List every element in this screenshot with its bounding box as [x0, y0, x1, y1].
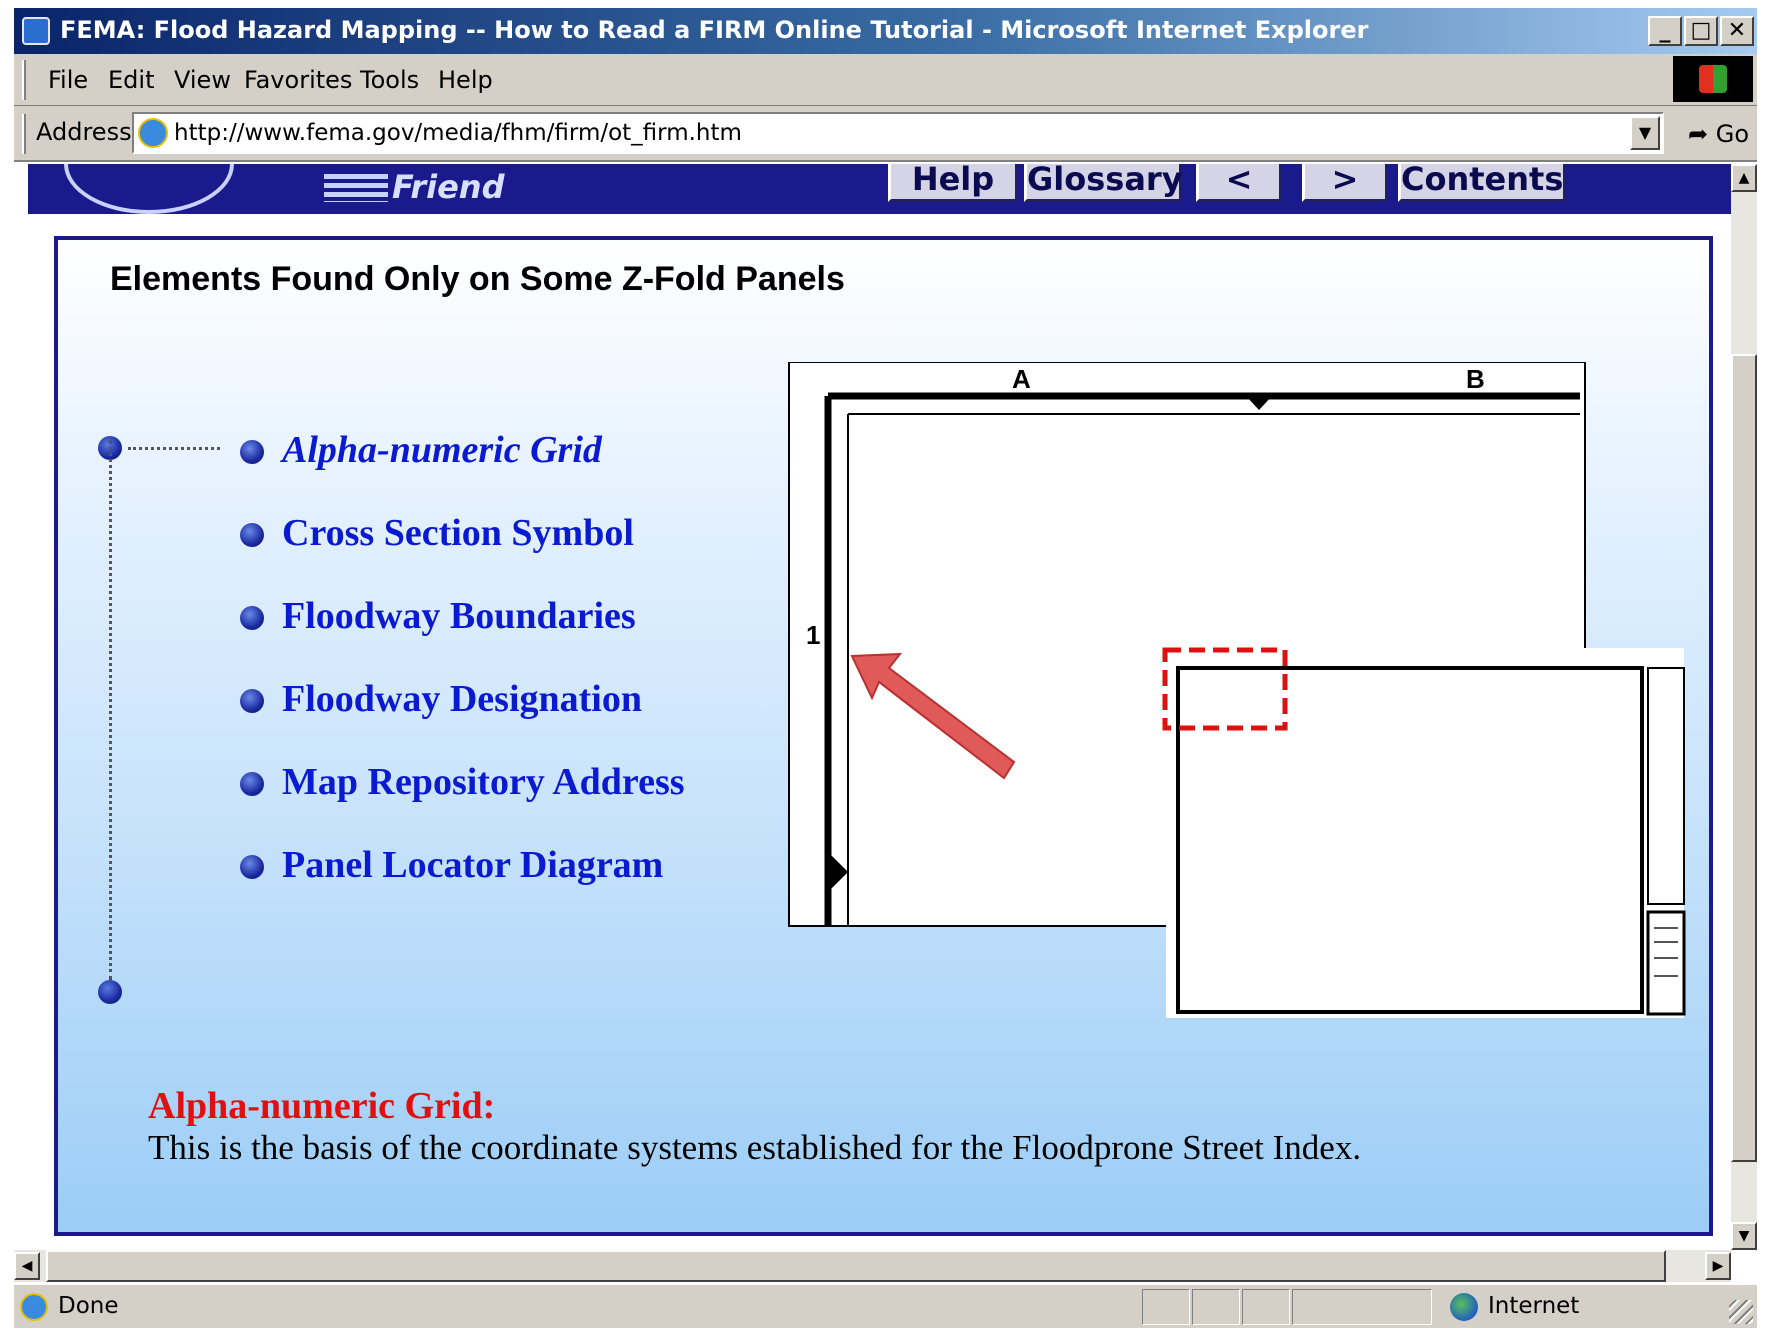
- help-button[interactable]: Help: [888, 164, 1018, 202]
- status-cell: [1142, 1289, 1190, 1325]
- address-label: Address: [36, 118, 132, 146]
- minimize-button[interactable]: _: [1648, 16, 1682, 46]
- contents-button[interactable]: Contents: [1398, 164, 1566, 202]
- horizontal-scroll-thumb[interactable]: [46, 1250, 1666, 1282]
- envelope-lines-icon: [324, 174, 388, 202]
- toolbar-grip[interactable]: [22, 60, 26, 100]
- maximize-button[interactable]: □: [1684, 16, 1718, 46]
- page-icon: [20, 1293, 48, 1321]
- topic-label[interactable]: Cross Section Symbol: [282, 511, 634, 555]
- diagram-svg: A B 1: [788, 361, 1686, 1018]
- status-bar: Done Internet: [14, 1284, 1757, 1328]
- resize-grip[interactable]: [1729, 1300, 1753, 1324]
- bullet-icon: [240, 606, 264, 630]
- grid-column-a: A: [1012, 364, 1031, 394]
- globe-icon: [1450, 1293, 1478, 1321]
- topic-label[interactable]: Floodway Designation: [282, 677, 642, 721]
- menu-favorites[interactable]: Favorites: [244, 66, 352, 94]
- site-header: Friend Help Glossary < > Contents: [28, 164, 1731, 214]
- timeline-end-dot: [98, 980, 122, 1004]
- ie-icon[interactable]: [22, 17, 50, 45]
- menu-edit[interactable]: Edit: [108, 66, 154, 94]
- bullet-icon: [240, 689, 264, 713]
- tell-a-friend-link[interactable]: Friend: [324, 164, 504, 214]
- windows-flag-icon: [1699, 65, 1727, 93]
- title-bar: FEMA: Flood Hazard Mapping -- How to Rea…: [14, 8, 1757, 54]
- page-icon: [138, 118, 168, 148]
- scroll-down-button[interactable]: ▼: [1731, 1222, 1757, 1250]
- description-text: This is the basis of the coordinate syst…: [148, 1128, 1362, 1167]
- bullet-icon: [240, 772, 264, 796]
- windows-logo-throbber: [1673, 56, 1753, 102]
- go-arrow-icon: ➦: [1688, 120, 1709, 148]
- scroll-up-button[interactable]: ▲: [1731, 164, 1757, 192]
- scroll-left-button[interactable]: ◀: [14, 1252, 40, 1280]
- menu-help[interactable]: Help: [438, 66, 493, 94]
- menu-tools[interactable]: Tools: [360, 66, 419, 94]
- bullet-icon: [240, 523, 264, 547]
- close-button[interactable]: ✕: [1720, 16, 1754, 46]
- topic-label[interactable]: Alpha-numeric Grid: [282, 428, 602, 472]
- vertical-scrollbar[interactable]: ▲ ▼: [1731, 164, 1757, 1250]
- description-title: Alpha-numeric Grid:: [148, 1085, 496, 1127]
- index-map-panel: [1176, 666, 1644, 1014]
- menu-file[interactable]: File: [48, 66, 88, 94]
- page-viewport: Friend Help Glossary < > Contents Elemen…: [14, 164, 1731, 1250]
- bullet-icon: [240, 855, 264, 879]
- page-title: Elements Found Only on Some Z-Fold Panel…: [110, 260, 845, 298]
- menu-bar: File Edit View Favorites Tools Help: [14, 54, 1757, 106]
- fema-seal-logo[interactable]: [64, 164, 234, 214]
- glossary-button[interactable]: Glossary: [1024, 164, 1183, 202]
- toolbar-grip[interactable]: [22, 114, 26, 154]
- go-label: Go: [1715, 120, 1750, 148]
- next-button[interactable]: >: [1302, 164, 1388, 202]
- status-cell: [1242, 1289, 1290, 1325]
- horizontal-scrollbar[interactable]: ◀ ▶: [14, 1250, 1731, 1282]
- go-button[interactable]: ➦ Go: [1678, 114, 1752, 154]
- vertical-scroll-thumb[interactable]: [1731, 354, 1757, 1162]
- status-cell: [1192, 1289, 1240, 1325]
- previous-button[interactable]: <: [1196, 164, 1282, 202]
- topic-label[interactable]: Panel Locator Diagram: [282, 843, 663, 887]
- firm-panel-diagram: A B 1: [714, 361, 1694, 1022]
- grid-row-1: 1: [806, 620, 820, 650]
- index-map-side-panel: [1647, 667, 1685, 905]
- address-dropdown-button[interactable]: ▼: [1630, 116, 1660, 150]
- status-text: Done: [58, 1293, 119, 1319]
- scroll-right-button[interactable]: ▶: [1705, 1252, 1731, 1280]
- tell-a-friend-label: Friend: [392, 168, 505, 206]
- menu-view[interactable]: View: [174, 66, 231, 94]
- grid-column-b: B: [1466, 364, 1485, 394]
- window-title: FEMA: Flood Hazard Mapping -- How to Rea…: [60, 16, 1369, 44]
- timeline-line: [109, 440, 112, 980]
- address-bar: Address http://www.fema.gov/media/fhm/fi…: [14, 106, 1757, 162]
- bullet-icon: [240, 440, 264, 464]
- address-input[interactable]: http://www.fema.gov/media/fhm/firm/ot_fi…: [132, 112, 1664, 154]
- timeline-connector: [128, 447, 220, 450]
- topic-label[interactable]: Floodway Boundaries: [282, 594, 636, 638]
- status-cell: [1292, 1289, 1432, 1325]
- address-url[interactable]: http://www.fema.gov/media/fhm/firm/ot_fi…: [174, 120, 742, 146]
- security-zone: Internet: [1488, 1293, 1580, 1319]
- topic-label[interactable]: Map Repository Address: [282, 760, 685, 804]
